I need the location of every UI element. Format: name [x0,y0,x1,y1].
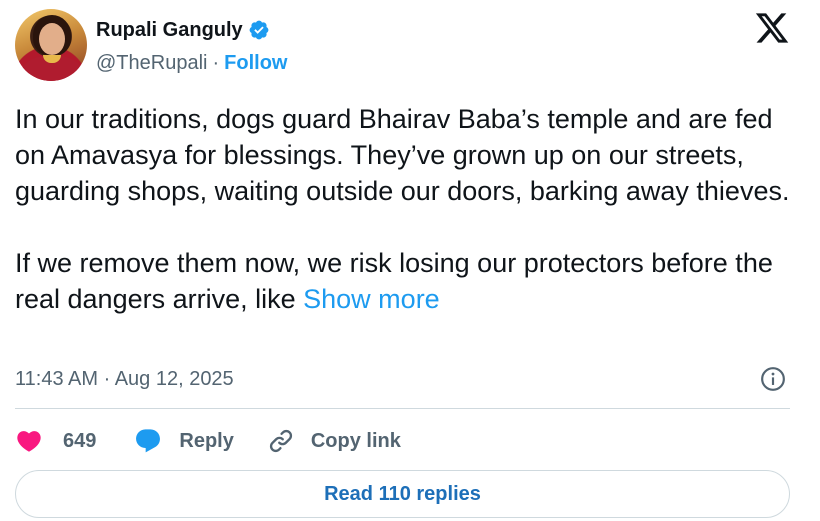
tweet-card: Rupali Ganguly @TheRupali · Follow In ou… [0,0,820,521]
reply-button[interactable]: Reply [134,427,234,455]
divider [15,408,790,409]
separator-dot: · [212,51,220,74]
show-more-link[interactable]: Show more [303,284,440,314]
tweet-paragraph-1: In our traditions, dogs guard Bhairav Ba… [15,104,790,206]
tweet-paragraph-2: If we remove them now, we risk losing ou… [15,245,805,317]
avatar-face [39,23,65,55]
avatar[interactable] [15,9,87,81]
tweet-text: In our traditions, dogs guard Bhairav Ba… [15,101,805,317]
read-replies-button[interactable]: Read 110 replies [15,470,790,518]
author-name-row: Rupali Ganguly [96,17,270,43]
author-name[interactable]: Rupali Ganguly [96,19,243,42]
like-button[interactable]: 649 [15,427,96,455]
read-replies-label: Read 110 replies [324,482,481,505]
info-icon[interactable] [760,366,786,392]
follow-button[interactable]: Follow [224,52,287,75]
x-logo-icon[interactable] [754,10,790,46]
tweet-timestamp[interactable]: 11:43 AM · Aug 12, 2025 [15,364,234,394]
author-handle[interactable]: @TheRupali [96,52,207,75]
reply-label: Reply [179,429,234,452]
action-bar: 649 Reply Copy link [15,422,401,460]
author-handle-row: @TheRupali · Follow [96,50,287,76]
timestamp-text[interactable]: 11:43 AM · Aug 12, 2025 [15,368,234,391]
verified-badge-icon [249,20,269,40]
copy-link-button[interactable]: Copy link [267,427,401,455]
link-icon [269,429,292,453]
copy-link-label: Copy link [310,429,401,452]
like-count: 649 [63,429,97,452]
reply-bubble-icon [136,429,161,453]
heart-icon [17,431,41,452]
